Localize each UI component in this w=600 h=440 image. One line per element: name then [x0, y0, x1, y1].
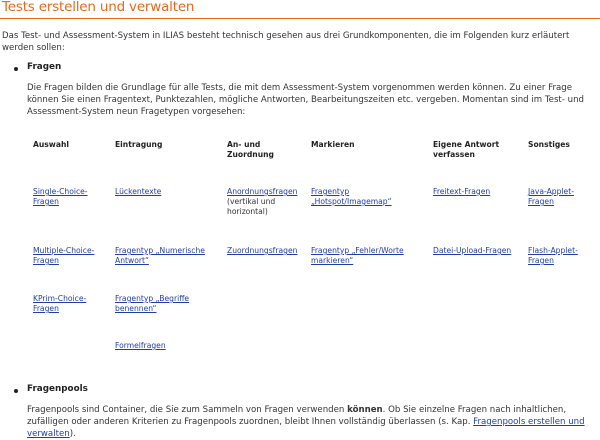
link-kprim-choice-line1[interactable]: KPrim-Choice- — [33, 294, 86, 304]
header-zuordnung-line2: Zuordnung — [227, 150, 274, 159]
link-lueckentexte[interactable]: Lückentexte — [115, 187, 161, 197]
link-fehler-worte-line1[interactable]: Fragentyp „Fehler/Worte — [311, 246, 404, 256]
header-auswahl: Auswahl — [33, 140, 69, 149]
header-eigene-line2: verfassen — [433, 150, 475, 159]
link-numerische-antwort-line1[interactable]: Fragentyp „Numerische — [115, 246, 205, 256]
link-hotspot-line2[interactable]: „Hotspot/Imagemap“ — [311, 197, 392, 207]
title-underline — [0, 18, 600, 19]
section-title-fragen: Fragen — [27, 62, 62, 72]
header-sonstiges: Sonstiges — [528, 140, 570, 149]
link-single-choice-line1[interactable]: Single-Choice- — [33, 187, 88, 197]
fragenpools-paragraph: Fragenpools sind Container, die Sie zum … — [27, 404, 597, 440]
fragenpools-text-3: ). — [69, 429, 76, 439]
fragenpools-text-1: Fragenpools sind Container, die Sie zum … — [27, 405, 348, 415]
link-datei-upload[interactable]: Datei-Upload-Fragen — [433, 246, 511, 256]
note-anordnungsfragen-line2: horizontal) — [227, 207, 268, 216]
header-markieren: Markieren — [311, 140, 355, 149]
link-begriffe-benennen-line2[interactable]: benennen“ — [115, 304, 156, 314]
header-eigene-line1: Eigene Antwort — [433, 140, 500, 149]
link-zuordnungsfragen[interactable]: Zuordnungsfragen — [227, 246, 297, 256]
link-formelfragen[interactable]: Formelfragen — [115, 341, 166, 351]
link-single-choice-line2[interactable]: Fragen — [33, 197, 59, 207]
fragenpools-text-bold: können — [347, 405, 383, 415]
link-flash-applet-line2[interactable]: Fragen — [528, 256, 554, 266]
bullet-fragenpools — [14, 389, 18, 393]
link-multiple-choice-line1[interactable]: Multiple-Choice- — [33, 246, 94, 256]
link-fehler-worte-line2[interactable]: markieren“ — [311, 256, 353, 266]
intro-paragraph: Das Test- und Assessment-System in ILIAS… — [2, 31, 570, 53]
link-hotspot-line1[interactable]: Fragentyp — [311, 187, 349, 197]
link-numerische-antwort-line2[interactable]: Antwort“ — [115, 256, 149, 266]
link-flash-applet-line1[interactable]: Flash-Applet- — [528, 246, 578, 256]
section-title-fragenpools: Fragenpools — [27, 384, 88, 394]
bullet-fragen — [14, 67, 18, 71]
link-begriffe-benennen-line1[interactable]: Fragentyp „Begriffe — [115, 294, 189, 304]
fragen-paragraph: Die Fragen bilden die Grundlage für alle… — [27, 83, 584, 117]
link-kprim-choice-line2[interactable]: Fragen — [33, 304, 59, 314]
link-anordnungsfragen[interactable]: Anordnungsfragen — [227, 187, 297, 197]
link-java-applet-line1[interactable]: Java-Applet- — [528, 187, 574, 197]
page-title: Tests erstellen und verwalten — [2, 0, 195, 15]
link-freitext[interactable]: Freitext-Fragen — [433, 187, 490, 197]
link-multiple-choice-line2[interactable]: Fragen — [33, 256, 59, 266]
header-zuordnung-line1: An- und — [227, 140, 261, 149]
header-eintragung: Eintragung — [115, 140, 163, 149]
link-java-applet-line2[interactable]: Fragen — [528, 197, 554, 207]
note-anordnungsfragen-line1: (vertikal und — [227, 197, 276, 206]
